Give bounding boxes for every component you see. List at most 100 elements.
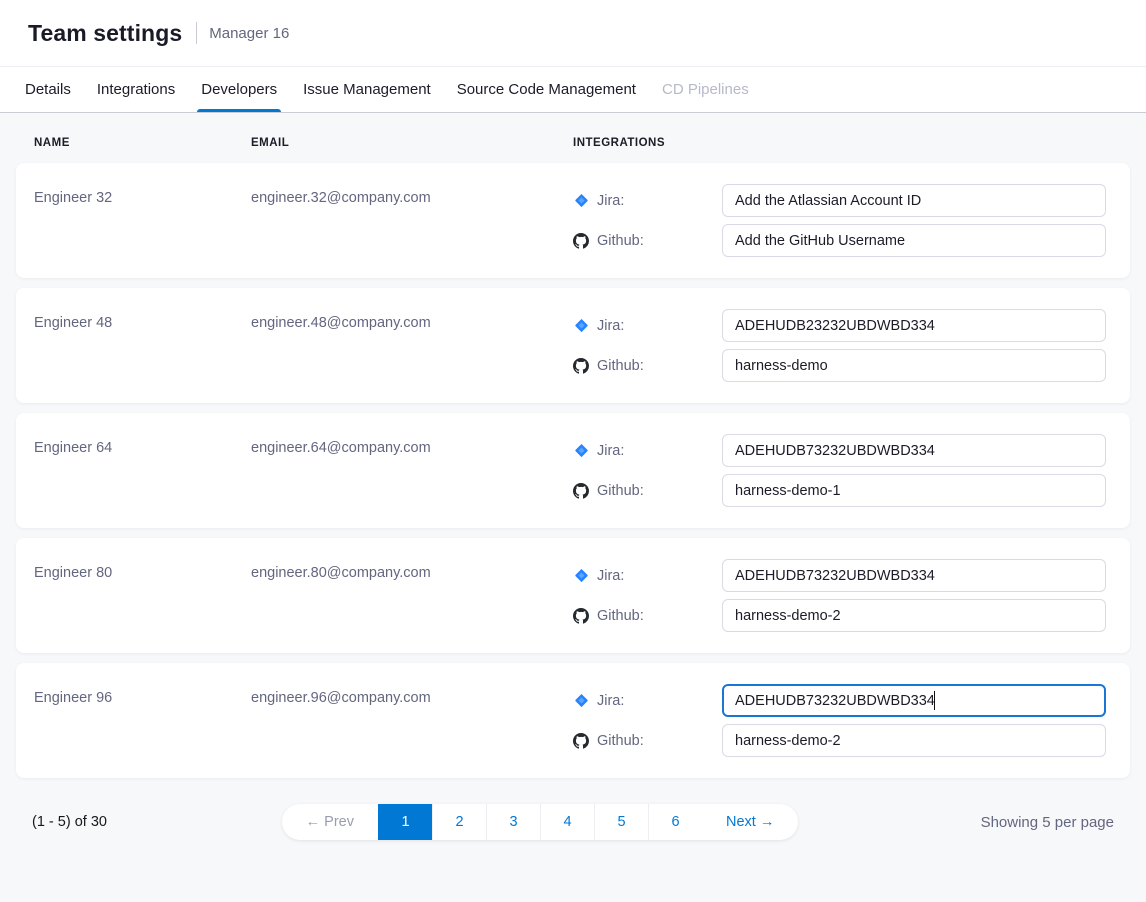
github-integration-row: Github:: [573, 349, 1106, 382]
page-button-1[interactable]: 1: [378, 804, 432, 840]
jira-input-wrap: [722, 184, 1106, 217]
github-label-group: Github:: [573, 608, 722, 624]
github-icon: [573, 733, 589, 749]
column-header-email: EMAIL: [251, 137, 573, 149]
github-username-input[interactable]: [722, 224, 1106, 257]
integrations-cell: Jira: Github:: [573, 559, 1106, 632]
jira-label-group: Jira:: [573, 193, 722, 209]
github-input-wrap: [722, 474, 1106, 507]
jira-integration-row: Jira:: [573, 559, 1106, 592]
jira-label-group: Jira:: [573, 318, 722, 334]
page-button-3[interactable]: 3: [486, 804, 540, 840]
table-row: Engineer 80 engineer.80@company.com Jira…: [16, 538, 1130, 653]
jira-account-id-input[interactable]: [722, 434, 1106, 467]
result-range-label: (1 - 5) of 30: [32, 814, 107, 830]
next-page-button[interactable]: Next →: [702, 804, 798, 840]
pagination-control: ← Prev 123456Next →: [282, 804, 799, 840]
github-integration-row: Github:: [573, 474, 1106, 507]
github-input-wrap: [722, 349, 1106, 382]
developer-email: engineer.96@company.com: [251, 684, 573, 757]
tab-details[interactable]: Details: [12, 67, 84, 112]
github-label: Github:: [597, 233, 644, 249]
github-username-input[interactable]: [722, 349, 1106, 382]
github-label-group: Github:: [573, 483, 722, 499]
integrations-cell: Jira: Github:: [573, 309, 1106, 382]
github-integration-row: Github:: [573, 224, 1106, 257]
jira-label-group: Jira:: [573, 568, 722, 584]
developer-name: Engineer 32: [34, 184, 251, 257]
jira-icon: [573, 568, 589, 584]
tab-developers[interactable]: Developers: [188, 67, 290, 112]
table-row: Engineer 64 engineer.64@company.com Jira…: [16, 413, 1130, 528]
developer-name: Engineer 48: [34, 309, 251, 382]
page-button-5[interactable]: 5: [594, 804, 648, 840]
per-page-label: Showing 5 per page: [981, 814, 1114, 831]
github-username-input[interactable]: [722, 724, 1106, 757]
developer-name: Engineer 80: [34, 559, 251, 632]
github-icon: [573, 358, 589, 374]
github-input-wrap: [722, 224, 1106, 257]
tab-bar: DetailsIntegrationsDevelopersIssue Manag…: [0, 66, 1146, 113]
developer-name: Engineer 64: [34, 434, 251, 507]
jira-input-wrap: [722, 559, 1106, 592]
github-input-wrap: [722, 724, 1106, 757]
page-button-4[interactable]: 4: [540, 804, 594, 840]
developer-email: engineer.48@company.com: [251, 309, 573, 382]
table-row: Engineer 32 engineer.32@company.com Jira…: [16, 163, 1130, 278]
github-label-group: Github:: [573, 358, 722, 374]
page-title: Team settings: [28, 20, 182, 47]
developer-email: engineer.32@company.com: [251, 184, 573, 257]
table-header-row: NAME EMAIL INTEGRATIONS: [16, 113, 1130, 163]
github-label-group: Github:: [573, 233, 722, 249]
github-label: Github:: [597, 358, 644, 374]
jira-input-wrap: [722, 434, 1106, 467]
jira-label: Jira:: [597, 568, 624, 584]
jira-icon: [573, 193, 589, 209]
page-subtitle: Manager 16: [209, 25, 289, 42]
table-row: Engineer 96 engineer.96@company.com Jira…: [16, 663, 1130, 778]
github-icon: [573, 233, 589, 249]
page-button-2[interactable]: 2: [432, 804, 486, 840]
developer-email: engineer.64@company.com: [251, 434, 573, 507]
jira-account-id-input[interactable]: [722, 684, 1106, 717]
pagination-footer: (1 - 5) of 30 ← Prev 123456Next → Showin…: [16, 804, 1130, 840]
integrations-cell: Jira: Github:: [573, 184, 1106, 257]
jira-icon: [573, 693, 589, 709]
tab-issue-management[interactable]: Issue Management: [290, 67, 444, 112]
github-label: Github:: [597, 733, 644, 749]
page-header: Team settings Manager 16: [0, 0, 1146, 66]
github-icon: [573, 483, 589, 499]
jira-input-wrap: [722, 684, 1106, 717]
jira-label: Jira:: [597, 318, 624, 334]
table-row: Engineer 48 engineer.48@company.com Jira…: [16, 288, 1130, 403]
github-integration-row: Github:: [573, 599, 1106, 632]
jira-account-id-input[interactable]: [722, 559, 1106, 592]
tab-integrations[interactable]: Integrations: [84, 67, 188, 112]
github-username-input[interactable]: [722, 599, 1106, 632]
github-integration-row: Github:: [573, 724, 1106, 757]
column-header-integrations: INTEGRATIONS: [573, 137, 1106, 149]
integrations-cell: Jira: Github:: [573, 434, 1106, 507]
jira-integration-row: Jira:: [573, 184, 1106, 217]
prev-page-button[interactable]: ← Prev: [282, 804, 378, 840]
jira-label-group: Jira:: [573, 443, 722, 459]
developer-email: engineer.80@company.com: [251, 559, 573, 632]
github-label: Github:: [597, 483, 644, 499]
jira-icon: [573, 443, 589, 459]
page-button-6[interactable]: 6: [648, 804, 702, 840]
jira-integration-row: Jira:: [573, 434, 1106, 467]
tab-source-code-management[interactable]: Source Code Management: [444, 67, 649, 112]
github-input-wrap: [722, 599, 1106, 632]
github-label: Github:: [597, 608, 644, 624]
developers-panel: NAME EMAIL INTEGRATIONS Engineer 32 engi…: [0, 113, 1146, 840]
github-icon: [573, 608, 589, 624]
jira-label-group: Jira:: [573, 693, 722, 709]
github-username-input[interactable]: [722, 474, 1106, 507]
integrations-cell: Jira: Github:: [573, 684, 1106, 757]
jira-account-id-input[interactable]: [722, 309, 1106, 342]
developer-name: Engineer 96: [34, 684, 251, 757]
jira-icon: [573, 318, 589, 334]
column-header-name: NAME: [34, 137, 251, 149]
jira-account-id-input[interactable]: [722, 184, 1106, 217]
title-divider: [196, 22, 197, 44]
